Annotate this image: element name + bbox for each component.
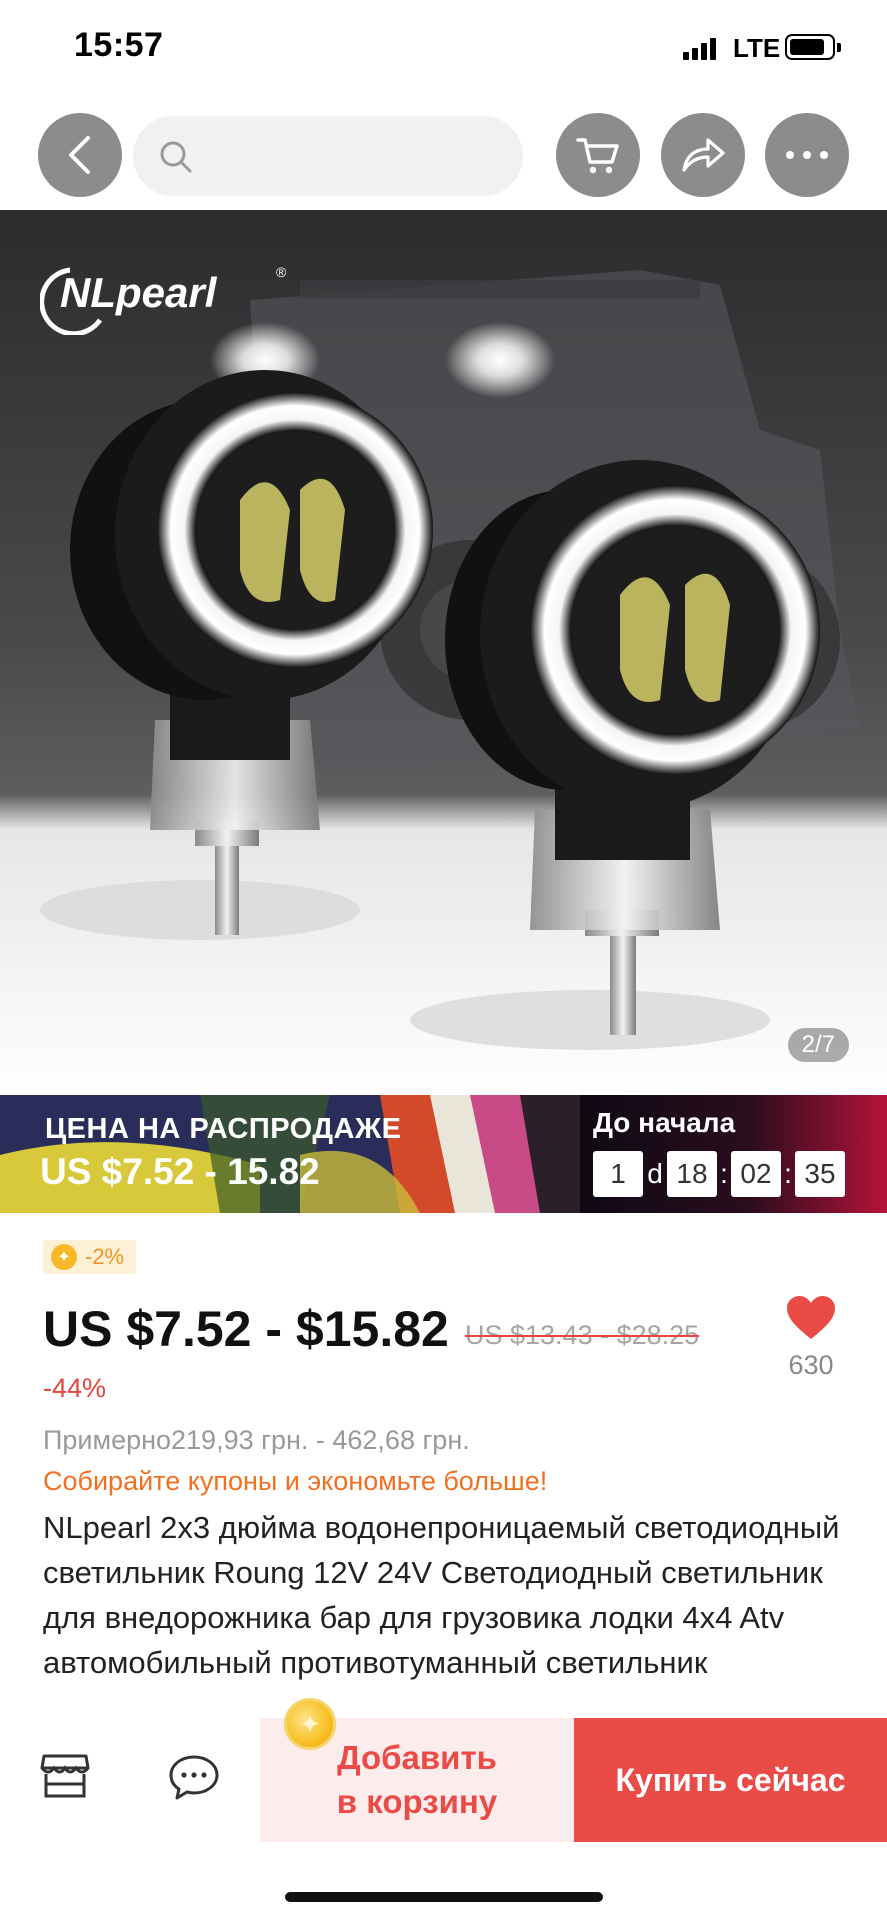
store-icon [40, 1754, 90, 1798]
product-image-gallery[interactable]: NLpearl ® 2/7 [0, 210, 887, 1095]
timer-hours: 18 [667, 1151, 717, 1197]
sale-price: US $7.52 - 15.82 [40, 1151, 320, 1192]
timer-days: 1 [593, 1151, 643, 1197]
countdown-timer: 1 d 18 : 02 : 35 [593, 1151, 845, 1197]
bottom-action-bar: Добавить в корзину Купить сейчас [0, 1718, 887, 1842]
product-title: NLpearl 2x3 дюйма водонепроницаемый свет… [43, 1510, 840, 1680]
coupon-badge[interactable]: ✦ -2% [43, 1240, 137, 1274]
top-nav [0, 100, 887, 210]
sale-title: ЦЕНА НА РАСПРОДАЖЕ [45, 1113, 402, 1145]
back-arrow-icon [69, 136, 90, 174]
share-icon [682, 138, 725, 172]
timer-separator: : [720, 1158, 728, 1189]
chat-icon [169, 1755, 219, 1800]
timer-seconds: 35 [795, 1151, 845, 1197]
heart-icon [787, 1296, 835, 1339]
search-input[interactable] [203, 116, 503, 196]
sale-banner[interactable]: ЦЕНА НА РАСПРОДАЖЕ US $7.52 - 15.82 До н… [0, 1095, 887, 1213]
buy-now-label: Купить сейчас [615, 1761, 846, 1798]
discount-percent: -44% [43, 1373, 107, 1403]
signal-icon [683, 36, 719, 60]
svg-text:®: ® [276, 264, 287, 280]
approx-local-price: Примерно219,93 грн. - 462,68 грн. [43, 1425, 470, 1455]
share-button[interactable] [661, 113, 745, 197]
svg-text:NLpearl: NLpearl [60, 269, 218, 316]
add-to-cart-label: Добавить в корзину [336, 1739, 498, 1820]
timer-separator: : [784, 1158, 792, 1189]
store-button[interactable] [40, 1750, 90, 1800]
more-icon [786, 151, 828, 159]
collect-coupons-link[interactable]: Собирайте купоны и экономьте больше! [43, 1466, 547, 1497]
cart-button[interactable] [556, 113, 640, 197]
network-type: LTE [733, 33, 781, 63]
coupon-badge-text: -2% [85, 1244, 125, 1269]
sale-banner-left: ЦЕНА НА РАСПРОДАЖЕ US $7.52 - 15.82 [0, 1095, 580, 1213]
battery-icon [785, 34, 841, 60]
image-counter: 2/7 [787, 1028, 849, 1062]
original-price: US $13.43 - $28.25 [465, 1320, 700, 1350]
more-button[interactable] [765, 113, 849, 197]
timer-minutes: 02 [731, 1151, 781, 1197]
status-time: 15:57 [74, 26, 164, 64]
timer-day-unit: d [647, 1158, 663, 1189]
back-button[interactable] [38, 113, 122, 197]
status-bar: 15:57 LTE [0, 0, 887, 100]
wishlist-button[interactable]: 630 [780, 1295, 842, 1381]
brand-logo: NLpearl ® [39, 255, 300, 337]
home-indicator [285, 1892, 603, 1902]
cart-icon [576, 138, 619, 174]
coin-icon: ✦ [284, 1698, 336, 1750]
chat-button[interactable] [168, 1753, 220, 1801]
countdown-label: До начала [593, 1107, 736, 1138]
countdown-panel: До начала 1 d 18 : 02 : 35 [580, 1095, 887, 1213]
current-price: US $7.52 - $15.82 [43, 1301, 449, 1357]
search-bar[interactable] [133, 116, 523, 196]
coin-icon: ✦ [51, 1244, 77, 1270]
buy-now-button[interactable]: Купить сейчас [574, 1718, 887, 1842]
product-photo [0, 210, 887, 1095]
wishlist-count: 630 [788, 1350, 834, 1380]
search-icon [160, 141, 192, 173]
